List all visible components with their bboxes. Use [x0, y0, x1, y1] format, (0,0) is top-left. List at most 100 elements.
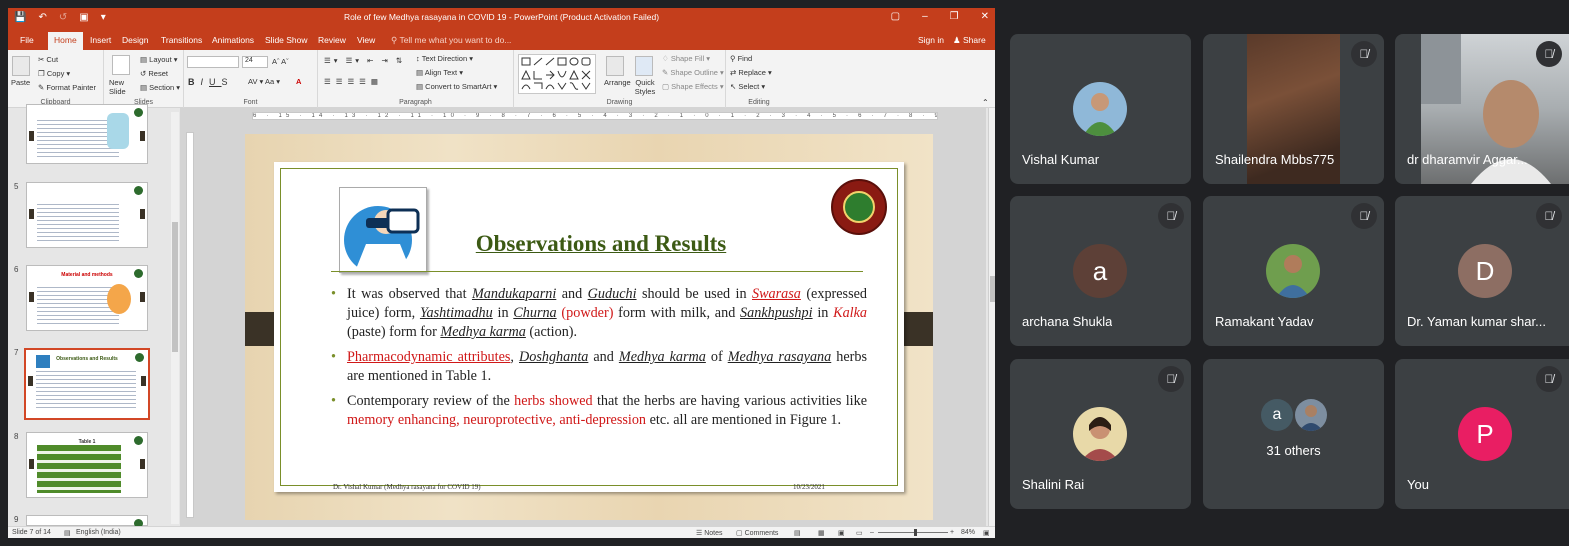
- new-slide-button[interactable]: New Slide: [109, 78, 135, 96]
- align-text-label: Align Text: [424, 68, 458, 77]
- comments-button[interactable]: ▢ Comments: [736, 529, 778, 537]
- shape-fill-button[interactable]: ♢ Shape Fill ▾: [662, 54, 710, 63]
- zoom-out-icon[interactable]: –: [870, 529, 874, 536]
- normal-view-icon[interactable]: ▤: [794, 529, 801, 537]
- tab-slide-show[interactable]: Slide Show: [265, 35, 308, 45]
- tab-view[interactable]: View: [357, 35, 375, 45]
- participant-tile-archana[interactable]: 🎙̸ a archana Shukla: [1010, 196, 1191, 346]
- thumbnail-scrollbar[interactable]: [171, 112, 179, 524]
- tab-insert[interactable]: Insert: [90, 35, 111, 45]
- font-size-box[interactable]: 24: [242, 56, 268, 68]
- replace-button[interactable]: ⇄ Replace ▾: [730, 68, 772, 77]
- slide-thumbnail-9[interactable]: [26, 515, 148, 528]
- thumb-tab-left: [29, 292, 34, 302]
- ribbon-display-icon[interactable]: ▢: [891, 11, 900, 22]
- zoom-slider[interactable]: [878, 529, 948, 536]
- slide-scrollbar[interactable]: [988, 108, 995, 526]
- slide-scroll-thumb[interactable]: [990, 276, 995, 302]
- participant-tile-shailendra[interactable]: 🎙̸ Shailendra Mbbs775: [1203, 34, 1384, 184]
- participant-tile-shalini[interactable]: 🎙̸ Shalini Rai: [1010, 359, 1191, 509]
- arrange-icon[interactable]: [606, 56, 624, 76]
- tab-design[interactable]: Design: [122, 35, 148, 45]
- screen: 💾 ↶ ↺ ▣ ▾ Role of few Medhya rasayana in…: [0, 0, 1569, 546]
- language-indicator[interactable]: English (India): [76, 529, 121, 536]
- participant-initial-avatar: D: [1458, 244, 1512, 298]
- tab-home[interactable]: Home: [48, 32, 83, 50]
- font-name-box[interactable]: [187, 56, 239, 68]
- copy-button[interactable]: ❐ Copy ▾: [38, 69, 70, 78]
- b1-text: in: [812, 305, 834, 321]
- layout-button[interactable]: ▤ Layout ▾: [140, 55, 178, 64]
- thumbnail-scroll-thumb[interactable]: [172, 222, 178, 352]
- participant-name: You: [1407, 477, 1429, 492]
- mic-muted-icon: 🎙̸: [1351, 203, 1377, 229]
- zoom-in-icon[interactable]: +: [950, 529, 954, 536]
- tab-file[interactable]: File: [20, 35, 34, 45]
- align-text-button[interactable]: ▤ Align Text ▾: [416, 68, 463, 77]
- person-photo-icon: [1073, 82, 1127, 136]
- slide-number-5: 5: [14, 182, 19, 191]
- list-icons[interactable]: ☰▾ ☰▾ ⇤ ⇥ ⇅: [324, 56, 405, 65]
- font-format-icons[interactable]: BIUS: [188, 77, 234, 87]
- slide-thumbnail-6[interactable]: Material and methods: [26, 265, 148, 331]
- tab-transitions[interactable]: Transitions: [161, 35, 202, 45]
- find-button[interactable]: ⚲ Find: [730, 54, 752, 63]
- editing-group: ⚲ Find ⇄ Replace ▾ ↖ Select ▾ Editing: [726, 50, 792, 108]
- participant-tile-others[interactable]: a 31 others: [1203, 359, 1384, 509]
- convert-smartart-button[interactable]: ▤ Convert to SmartArt ▾: [416, 82, 497, 91]
- tab-animations[interactable]: Animations: [212, 35, 254, 45]
- shape-outline-button[interactable]: ✎ Shape Outline ▾: [662, 68, 724, 77]
- font-color-icon[interactable]: A: [296, 77, 301, 86]
- quick-styles-icon[interactable]: [635, 56, 653, 76]
- restore-icon[interactable]: ❐: [950, 11, 959, 22]
- minimize-icon[interactable]: –: [922, 11, 928, 22]
- slide-thumbnail-7-selected[interactable]: Observations and Results: [24, 348, 150, 420]
- tell-me-box[interactable]: ⚲ Tell me what you want to do...: [391, 35, 511, 46]
- align-icons[interactable]: ☰☰☰☰▦: [324, 77, 383, 86]
- b1-text: in: [492, 305, 514, 321]
- cut-button[interactable]: ✂ Cut: [38, 55, 58, 64]
- paste-icon[interactable]: [12, 56, 30, 76]
- quick-styles-button[interactable]: Quick Styles: [632, 78, 658, 96]
- thumb-tab-right: [140, 459, 145, 469]
- convert-smartart-label: Convert to SmartArt: [425, 82, 492, 91]
- new-slide-icon[interactable]: [112, 55, 130, 75]
- zoom-slider-thumb[interactable]: [914, 529, 917, 536]
- participant-tile-vishal[interactable]: Vishal Kumar: [1010, 34, 1191, 184]
- spellcheck-icon[interactable]: ▤: [64, 529, 71, 537]
- bullet-3: Contemporary review of the herbs showed …: [329, 392, 867, 430]
- notes-button[interactable]: ☰ Notes: [696, 529, 723, 537]
- paste-button[interactable]: Paste: [11, 78, 30, 87]
- participant-tile-ramakant[interactable]: 🎙̸ Ramakant Yadav: [1203, 196, 1384, 346]
- b1-term: (powder): [561, 305, 614, 321]
- slideshow-view-icon[interactable]: ▭: [856, 529, 863, 537]
- reset-button[interactable]: ↺ Reset: [140, 69, 168, 78]
- reading-view-icon[interactable]: ▣: [838, 529, 845, 537]
- char-spacing-icon[interactable]: AV ▾ Aa ▾: [248, 77, 280, 86]
- select-button[interactable]: ↖ Select ▾: [730, 82, 765, 91]
- shape-effects-button[interactable]: ▢ Shape Effects ▾: [662, 82, 724, 91]
- thumb-title: Material and methods: [61, 272, 113, 278]
- section-button[interactable]: ▤ Section ▾: [140, 83, 180, 92]
- fit-slide-icon[interactable]: ▣: [983, 529, 990, 537]
- collapse-ribbon-icon[interactable]: ⌃: [982, 98, 989, 107]
- text-direction-button[interactable]: ↕ Text Direction ▾: [416, 54, 473, 63]
- sign-in-link[interactable]: Sign in: [918, 35, 944, 45]
- format-painter-button[interactable]: ✎ Format Painter: [38, 83, 96, 92]
- slide-sorter-icon[interactable]: ▦: [818, 529, 825, 537]
- participant-tile-yaman[interactable]: 🎙̸ D Dr. Yaman kumar shar...: [1395, 196, 1569, 346]
- participant-tile-dharamvir[interactable]: 🎙̸ dr dharamvir Aggar...: [1395, 34, 1569, 184]
- slide-thumbnail-5[interactable]: [26, 182, 148, 248]
- close-icon[interactable]: ✕: [981, 11, 989, 22]
- current-slide[interactable]: Observations and Results It was observed…: [245, 134, 933, 520]
- shapes-gallery[interactable]: [518, 54, 596, 94]
- zoom-level[interactable]: 84%: [961, 529, 975, 536]
- share-button[interactable]: ♟ Share: [953, 35, 986, 46]
- tab-review[interactable]: Review: [318, 35, 346, 45]
- participant-tile-you[interactable]: 🎙̸ P You: [1395, 359, 1569, 509]
- slide-thumbnail-8[interactable]: Table 1: [26, 432, 148, 498]
- font-grow-icon[interactable]: Aˆ Aˇ: [272, 57, 289, 66]
- b3-term: herbs showed: [514, 393, 593, 409]
- arrange-button[interactable]: Arrange: [604, 78, 631, 87]
- slide-thumbnail-4[interactable]: [26, 104, 148, 164]
